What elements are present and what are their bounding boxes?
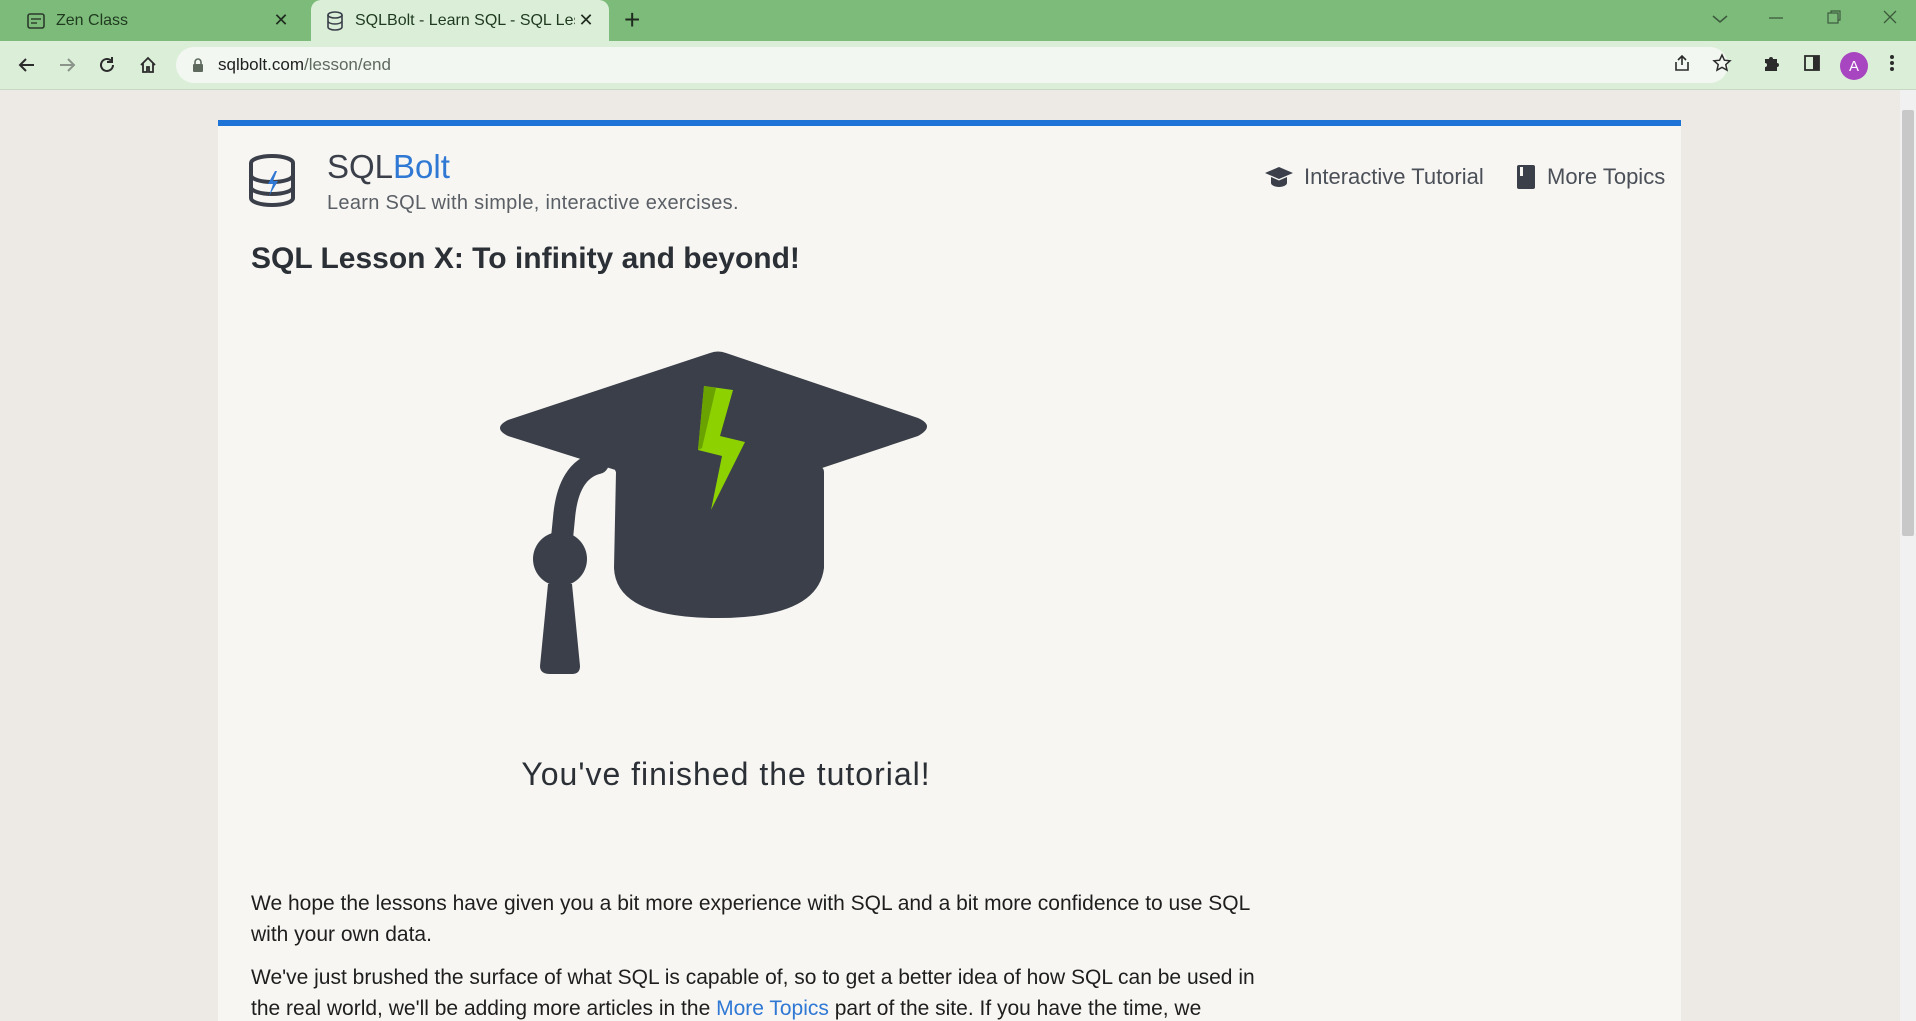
tab-zen-class[interactable]: Zen Class ✕ [12,0,304,41]
tab-search-chevron-icon[interactable] [1711,8,1729,31]
finished-caption: You've finished the tutorial! [521,756,931,792]
tab-title: SQLBolt - Learn SQL - SQL Lesson X: To i… [355,11,575,29]
paragraph-intro: We hope the lessons have given you a bit… [251,892,1250,946]
nav-label: More Topics [1547,164,1666,189]
graduation-cap-illustration-icon [488,348,1048,753]
nav-more-topics[interactable]: More Topics [1515,164,1665,190]
forward-icon[interactable] [53,51,81,79]
close-tab-icon[interactable]: ✕ [270,10,292,31]
page-viewport: SQLBolt Learn SQL with simple, interacti… [0,90,1916,1021]
page-scrollbar[interactable] [1900,90,1916,1021]
profile-avatar[interactable]: A [1840,52,1868,80]
more-topics-link[interactable]: More Topics [716,997,829,1020]
database-favicon-icon [325,10,345,31]
url-text: sqlbolt.com/lesson/end [218,55,391,75]
url-host: sqlbolt.com [218,55,304,74]
tab-strip: Zen Class ✕ SQLBolt - Learn SQL - SQL Le… [0,0,1916,41]
back-icon[interactable] [13,51,41,79]
tab-sqlbolt[interactable]: SQLBolt - Learn SQL - SQL Lesson X: To i… [311,0,609,41]
extensions-puzzle-icon[interactable] [1757,48,1787,78]
brand-prefix: SQL [327,148,394,185]
restore-icon[interactable] [1826,8,1842,31]
lesson-title: SQL Lesson X: To infinity and beyond! [251,242,800,275]
nav-label: Interactive Tutorial [1304,164,1484,189]
brand-accent: Bolt [393,148,450,185]
home-icon[interactable] [134,51,162,79]
minimize-icon[interactable] [1768,8,1784,31]
site-brand[interactable]: SQLBolt [327,148,450,186]
menu-kebab-icon[interactable] [1877,48,1907,78]
tab-title: Zen Class [56,11,129,29]
scrollbar-thumb[interactable] [1902,110,1914,536]
browser-toolbar: sqlbolt.com/lesson/end [0,41,1916,90]
close-tab-icon[interactable]: ✕ [575,10,597,31]
bookmark-star-icon[interactable] [1707,48,1737,78]
close-window-icon[interactable] [1882,8,1898,31]
paragraph-more-topics: We've just brushed the surface of what S… [251,962,1281,1021]
new-tab-plus-icon[interactable]: + [624,6,640,34]
graduation-cap-icon [1265,167,1293,187]
content-card: SQLBolt Learn SQL with simple, interacti… [218,120,1681,1021]
site-tagline: Learn SQL with simple, interactive exerc… [327,192,739,214]
nav-interactive-tutorial[interactable]: Interactive Tutorial [1264,164,1484,190]
lock-icon[interactable] [192,58,204,72]
sqlbolt-logo-icon[interactable] [248,154,296,213]
reload-icon[interactable] [93,51,121,79]
book-icon [1517,165,1535,189]
page-icon [26,11,46,31]
share-icon[interactable] [1667,48,1697,78]
address-bar[interactable]: sqlbolt.com/lesson/end [176,47,1728,83]
url-path: /lesson/end [303,55,391,74]
side-panel-icon[interactable] [1797,48,1827,78]
